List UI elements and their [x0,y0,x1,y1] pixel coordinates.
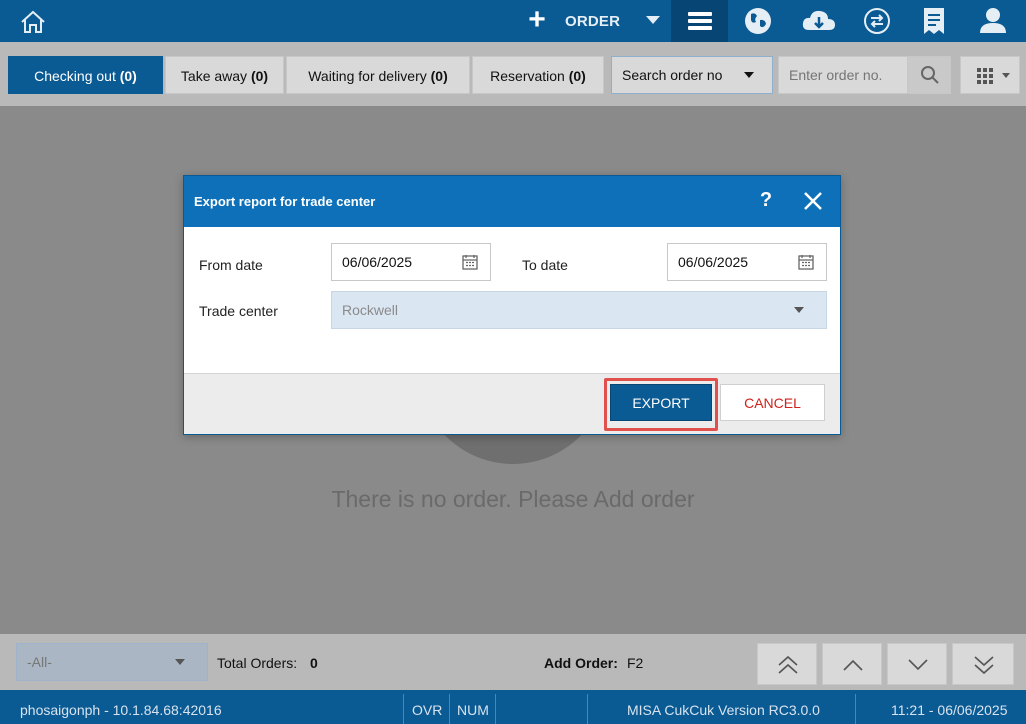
dialog-title: Export report for trade center [194,194,376,209]
tab-count: (0) [430,68,448,84]
num-indicator: NUM [457,702,489,718]
status-datetime: 11:21 - 06/06/2025 [891,702,1008,718]
app-version: MISA CukCuk Version RC3.0.0 [627,702,820,718]
status-bar: phosaigonph - 10.1.84.68:42016 OVR NUM M… [0,690,1026,724]
tab-take-away[interactable]: Take away (0) [165,56,284,94]
chevron-down-icon [794,307,804,313]
status-divider [403,694,404,724]
chevron-down-icon [175,659,185,665]
to-date-label: To date [522,257,568,273]
tab-count: (0) [568,68,586,84]
scroll-top-button[interactable] [757,643,817,685]
order-filter-select[interactable]: -All- [16,643,208,681]
calendar-icon[interactable] [462,254,478,270]
tab-label: Waiting for delivery [308,68,427,84]
menu-icon-bar [688,12,712,16]
search-icon [921,66,939,84]
close-icon[interactable] [802,190,824,212]
dialog-footer: EXPORT CANCEL [184,373,840,434]
menu-button[interactable] [671,0,728,42]
tab-label: Take away [180,68,248,84]
add-order-shortcut: F2 [627,655,644,671]
chevron-down-icon [1002,73,1010,78]
help-icon[interactable]: ? [756,189,776,212]
trade-center-label: Trade center [199,303,278,319]
empty-state-message: There is no order. Please Add order [331,486,695,512]
total-orders-value: 0 [310,655,318,671]
tab-label: Checking out [34,68,116,84]
view-grid-button[interactable] [960,56,1020,94]
tab-count: (0) [250,68,269,84]
trade-center-select[interactable]: Rockwell [331,291,827,329]
double-chevron-down-icon [974,656,994,675]
cloud-download-icon[interactable] [800,6,838,36]
to-date-field[interactable]: 06/06/2025 [667,243,827,281]
menu-icon-bar [688,19,712,23]
search-type-value: Search order no [622,67,723,83]
status-divider [855,694,856,724]
double-chevron-up-icon [778,655,798,674]
order-menu-label[interactable]: ORDER [565,13,620,30]
sync-icon[interactable] [861,6,893,36]
menu-icon-bar [688,26,712,30]
tab-count: (0) [119,68,137,84]
scroll-down-button[interactable] [887,643,947,685]
user-icon[interactable] [978,6,1008,36]
from-date-field[interactable]: 06/06/2025 [331,243,491,281]
status-divider [495,694,496,724]
to-date-value: 06/06/2025 [678,254,749,270]
home-icon[interactable] [20,10,46,34]
total-orders-label: Total Orders: [217,655,298,671]
tab-checking-out[interactable]: Checking out (0) [8,56,163,94]
order-number-input[interactable] [778,56,908,94]
search-type-select[interactable]: Search order no [611,56,773,94]
globe-icon[interactable] [742,6,774,36]
order-filter-value: -All- [27,654,52,670]
from-date-value: 06/06/2025 [342,254,413,270]
cancel-button[interactable]: CANCEL [720,384,825,421]
receipt-icon[interactable] [920,6,948,36]
status-divider [449,694,450,724]
tab-reservation[interactable]: Reservation (0) [472,56,604,94]
trade-center-value: Rockwell [342,302,399,318]
ovr-indicator: OVR [412,702,443,718]
chevron-down-icon [908,659,928,671]
order-tab-row: Checking out (0) Take away (0) Waiting f… [0,42,1026,106]
calendar-icon[interactable] [798,254,814,270]
bottom-bar: -All- Total Orders: 0 Add Order: F2 [0,634,1026,690]
tab-waiting-for-delivery[interactable]: Waiting for delivery (0) [286,56,470,94]
plus-icon[interactable]: + [525,5,549,35]
search-button[interactable] [907,56,951,94]
status-divider [587,694,588,724]
scroll-up-button[interactable] [822,643,882,685]
export-report-dialog: Export report for trade center ? From da… [183,175,841,435]
export-button[interactable]: EXPORT [610,384,712,421]
top-bar: + ORDER [0,0,1026,42]
dialog-header: Export report for trade center ? [184,176,840,227]
chevron-up-icon [843,659,863,671]
chevron-down-icon [744,72,754,78]
grid-icon [977,68,993,84]
add-order-label: Add Order: [544,655,618,671]
connection-host: phosaigonph - 10.1.84.68:42016 [20,702,222,718]
scroll-bottom-button[interactable] [952,643,1014,685]
order-dropdown-caret-icon[interactable] [646,16,660,24]
tab-label: Reservation [490,68,565,84]
from-date-label: From date [199,257,263,273]
